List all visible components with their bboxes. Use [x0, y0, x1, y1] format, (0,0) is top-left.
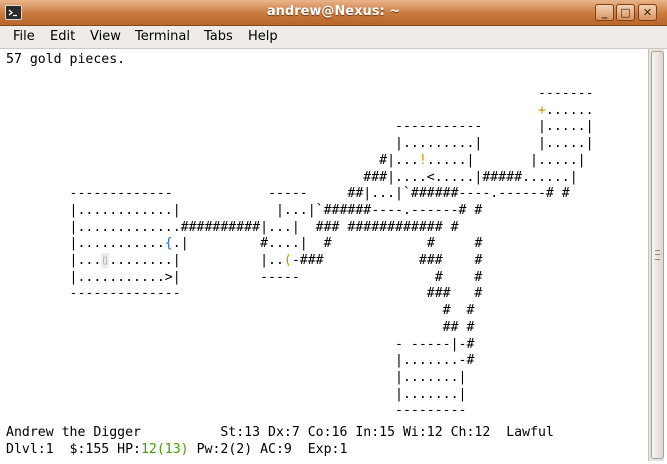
- map-row: # #: [6, 303, 475, 319]
- map-row: ------------- ----- ##|...|`######----.-…: [6, 186, 570, 202]
- terminal-screen[interactable]: 57 gold pieces. ------- +...... --------…: [3, 49, 645, 461]
- map-glyph: {: [164, 236, 173, 252]
- map-row: -------: [6, 86, 594, 101]
- map-row: #|...!.....| |.....|: [6, 152, 586, 168]
- map-glyph: (: [283, 253, 292, 268]
- status-stats-prefix: Dlvl:1 $:155 HP:: [6, 442, 141, 457]
- maximize-button[interactable]: □: [616, 4, 635, 21]
- menu-help[interactable]: Help: [248, 29, 278, 44]
- status-line-attributes: Andrew the Digger St:13 Dx:7 Co:16 In:15…: [6, 425, 554, 440]
- status-line-stats: Dlvl:1 $:155 HP:12(13) Pw:2(2) AC:9 Exp:…: [6, 441, 347, 458]
- map-row: +......: [537, 102, 594, 118]
- game-message: 57 gold pieces.: [6, 52, 126, 67]
- menu-view[interactable]: View: [90, 29, 121, 44]
- minimize-button[interactable]: _: [595, 4, 614, 21]
- map-row: |.......-#: [6, 353, 475, 369]
- vertical-scrollbar[interactable]: [648, 49, 664, 461]
- window-title: andrew@Nexus: ~: [266, 4, 401, 19]
- map-row: |.......|: [6, 386, 467, 402]
- map-row: |...▯........| |..(-### ### #: [6, 253, 483, 268]
- title-bar[interactable]: andrew@Nexus: ~ _ □ ✕: [0, 0, 667, 26]
- terminal-window: andrew@Nexus: ~ _ □ ✕ File Edit View Ter…: [0, 0, 667, 464]
- menu-edit[interactable]: Edit: [50, 29, 75, 44]
- map-row: |...........>| ----- # #: [6, 269, 483, 285]
- map-row: -------------- ### #: [6, 286, 483, 302]
- menu-file[interactable]: File: [13, 29, 35, 44]
- map-glyph: !: [418, 152, 427, 168]
- map-row: ---------: [6, 403, 467, 419]
- map-row: ###|....<.....|#####......|: [6, 169, 578, 185]
- map-row: |.............##########|...| ### ######…: [6, 219, 459, 235]
- map-row: |............| |...|`######----.------# …: [6, 202, 483, 218]
- map-row: ## #: [6, 319, 475, 335]
- status-stats-suffix: Pw:2(2) AC:9 Exp:1: [188, 442, 348, 457]
- close-button[interactable]: ✕: [638, 4, 657, 21]
- map-row: - -----|-#: [6, 336, 475, 352]
- map-row: |...........{.| #....| # # #: [6, 236, 483, 252]
- map-glyph: +: [537, 102, 546, 118]
- map-row: |.......|: [6, 369, 467, 385]
- menu-terminal[interactable]: Terminal: [135, 29, 190, 44]
- menu-bar: File Edit View Terminal Tabs Help: [0, 26, 667, 49]
- map-row: |.........| |.....|: [6, 136, 594, 152]
- menu-tabs[interactable]: Tabs: [204, 29, 233, 44]
- hp-value: 12(13): [140, 442, 189, 457]
- grip-icon: [655, 250, 660, 260]
- scrollbar-thumb[interactable]: [651, 51, 664, 459]
- map-glyph: ▯: [101, 253, 110, 268]
- map-row: ----------- |.....|: [6, 119, 594, 135]
